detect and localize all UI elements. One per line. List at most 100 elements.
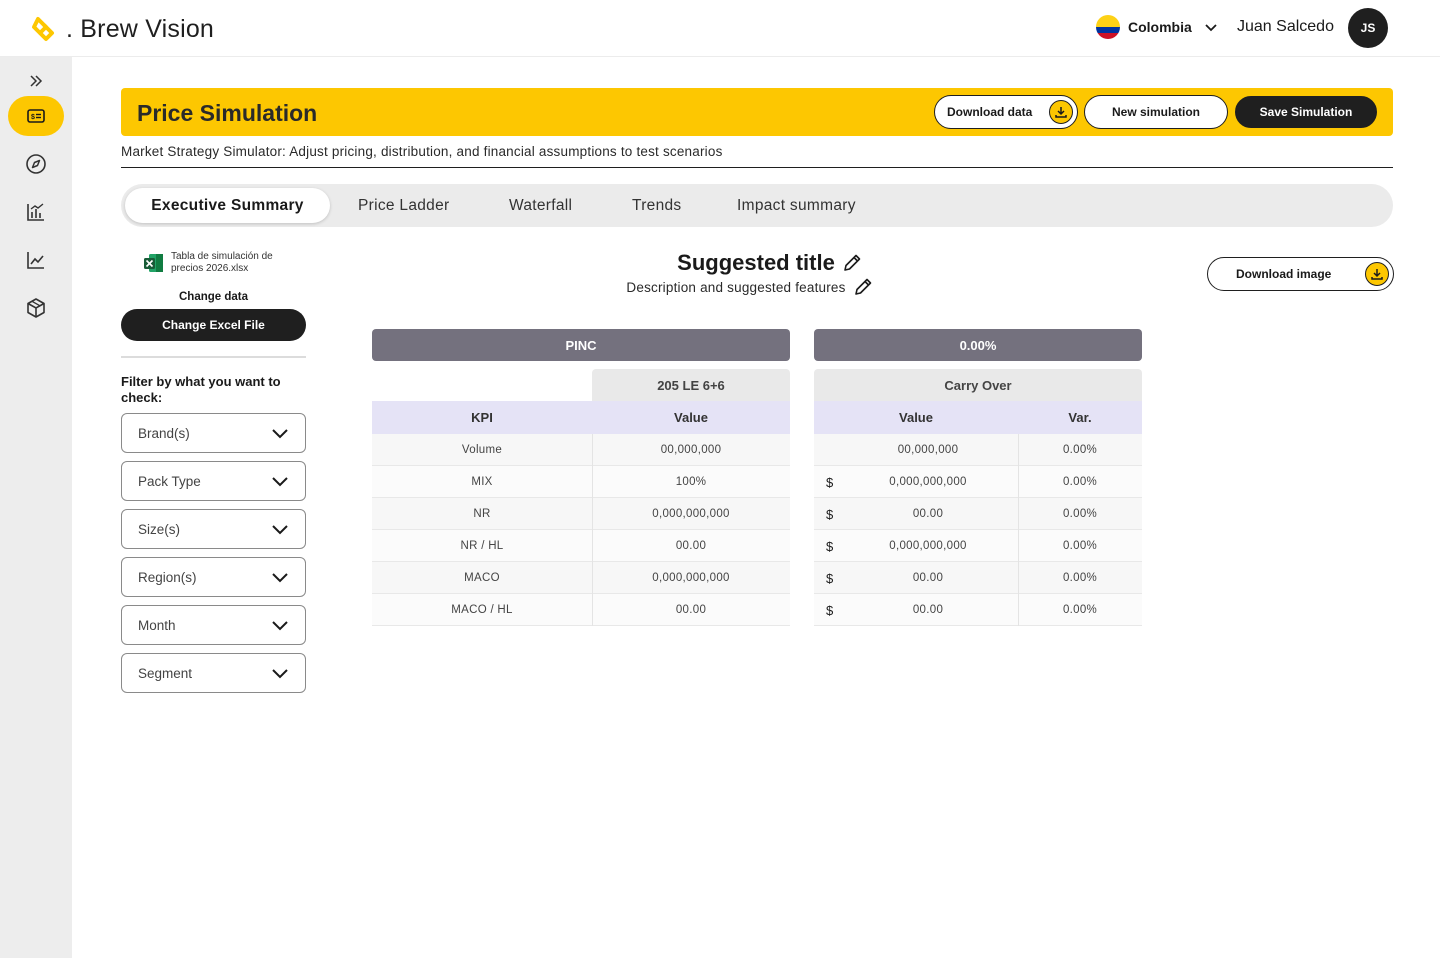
content-title: Suggested title <box>620 250 920 276</box>
pencil-icon[interactable] <box>852 276 874 298</box>
column-divider <box>592 434 593 626</box>
dropdown-label: Pack Type <box>138 473 201 489</box>
sidebar-item-reports[interactable] <box>8 192 64 232</box>
chevron-down-icon <box>272 429 288 439</box>
pack-type-filter-dropdown[interactable]: Pack Type <box>121 461 306 501</box>
new-simulation-button[interactable]: New simulation <box>1084 95 1228 129</box>
user-name: Juan Salcedo <box>1237 18 1334 35</box>
var-cell: 0.00% <box>1062 476 1098 488</box>
sidebar-item-explore[interactable] <box>8 144 64 184</box>
price-tag-card-icon: $ <box>27 109 45 123</box>
app-name: . Brew Vision <box>66 14 215 43</box>
suggested-title[interactable]: Suggested title <box>677 250 835 276</box>
var-cell: 0.00% <box>1062 540 1098 552</box>
download-image-button[interactable]: Download image <box>1207 257 1394 291</box>
file-name: Tabla de simulación de precios 2026.xlsx <box>171 251 273 274</box>
var-cell: 0.00% <box>1062 604 1098 616</box>
sidebar-expand-button[interactable] <box>8 61 64 101</box>
var-cell: 0.00% <box>1062 444 1098 456</box>
cube-icon <box>27 298 45 318</box>
size-filter-dropdown[interactable]: Size(s) <box>121 509 306 549</box>
carry-over-subheader: Carry Over <box>814 369 1142 401</box>
chevron-down-icon <box>272 525 288 535</box>
carry-value-cell: 0,000,000,000 <box>889 540 967 552</box>
page-header: Price Simulation Download data New simul… <box>121 88 1393 136</box>
country-label: Colombia <box>1128 19 1192 35</box>
month-filter-dropdown[interactable]: Month <box>121 605 306 645</box>
tab-price-ladder[interactable]: Price Ladder <box>358 188 449 223</box>
dropdown-label: Segment <box>138 665 193 681</box>
kpi-cell: MIX <box>471 476 493 488</box>
brand-filter-dropdown[interactable]: Brand(s) <box>121 413 306 453</box>
app-logo[interactable]: . Brew Vision <box>30 13 214 45</box>
var-cell: 0.00% <box>1062 572 1098 584</box>
value-cell: 100% <box>675 476 707 488</box>
chevron-down-icon <box>1205 24 1217 32</box>
chevron-down-icon <box>272 669 288 679</box>
description-text[interactable]: Description and suggested features <box>626 280 845 295</box>
divider <box>121 167 1393 168</box>
tab-trends[interactable]: Trends <box>632 188 681 223</box>
column-header-carry-value: Value <box>814 401 1018 434</box>
content-description: Description and suggested features <box>600 276 900 298</box>
top-bar: . Brew Vision Colombia Juan Salcedo JS <box>0 0 1440 57</box>
value-cell: 00.00 <box>675 604 707 616</box>
tab-waterfall[interactable]: Waterfall <box>509 188 572 223</box>
value-cell: 00,000,000 <box>660 444 722 456</box>
tab-impact-summary[interactable]: Impact summary <box>737 188 856 223</box>
var-cell: 0.00% <box>1062 508 1098 520</box>
download-data-label: Download data <box>947 105 1033 119</box>
save-simulation-button[interactable]: Save Simulation <box>1235 96 1377 128</box>
line-chart-icon <box>27 252 44 269</box>
filter-title: Filter by what you want to check: <box>121 374 281 405</box>
dropdown-label: Month <box>138 617 176 633</box>
divider <box>121 356 306 358</box>
excel-file-icon <box>144 254 163 272</box>
kpi-cell: Volume <box>461 444 503 456</box>
brew-vision-logo-icon <box>30 13 62 45</box>
sidebar-item-products[interactable] <box>8 288 64 328</box>
page-subtitle: Market Strategy Simulator: Adjust pricin… <box>121 144 723 159</box>
column-header-var: Var. <box>1018 401 1142 434</box>
avatar[interactable]: JS <box>1348 8 1388 48</box>
page-title: Price Simulation <box>137 100 318 126</box>
segment-filter-dropdown[interactable]: Segment <box>121 653 306 693</box>
chevron-down-icon <box>272 573 288 583</box>
download-image-label: Download image <box>1236 267 1332 281</box>
kpi-cell: MACO <box>464 572 500 584</box>
kpi-cell: MACO / HL <box>451 604 513 616</box>
percentage-header: 0.00% <box>814 329 1142 361</box>
sidebar-item-trends[interactable] <box>8 240 64 280</box>
dropdown-label: Region(s) <box>138 569 197 585</box>
chevron-down-icon <box>272 621 288 631</box>
colombia-flag-icon <box>1096 15 1120 39</box>
value-cell: 0,000,000,000 <box>652 572 730 584</box>
carry-value-cell: 00.00 <box>912 572 944 584</box>
country-selector[interactable]: Colombia <box>1096 15 1218 39</box>
pencil-icon[interactable] <box>841 252 863 274</box>
carry-value-cell: 0,000,000,000 <box>889 476 967 488</box>
tab-executive-summary[interactable]: Executive Summary <box>125 188 330 223</box>
download-data-button[interactable]: Download data <box>934 95 1078 129</box>
chevron-down-icon <box>272 477 288 487</box>
carry-value-cell: 00.00 <box>912 508 944 520</box>
column-header-kpi: KPI <box>372 401 592 434</box>
dropdown-label: Size(s) <box>138 521 181 537</box>
value-cell: 00.00 <box>675 540 707 552</box>
sku-subheader: 205 LE 6+6 <box>592 369 790 401</box>
change-excel-button[interactable]: Change Excel File <box>121 309 306 341</box>
compass-icon <box>26 154 46 174</box>
column-divider <box>1018 434 1019 626</box>
kpi-cell: NR / HL <box>460 540 504 552</box>
carry-value-cell: 00,000,000 <box>897 444 959 456</box>
pinc-header: PINC <box>372 329 790 361</box>
value-cell: 0,000,000,000 <box>652 508 730 520</box>
download-icon <box>1365 262 1389 286</box>
region-filter-dropdown[interactable]: Region(s) <box>121 557 306 597</box>
uploaded-file: Tabla de simulación de precios 2026.xlsx <box>143 251 291 275</box>
download-icon <box>1049 100 1073 124</box>
sidebar-item-price-simulation[interactable]: $ <box>8 96 64 136</box>
column-header-value: Value <box>592 401 790 434</box>
carry-value-cell: 00.00 <box>912 604 944 616</box>
kpi-cell: NR <box>473 508 491 520</box>
